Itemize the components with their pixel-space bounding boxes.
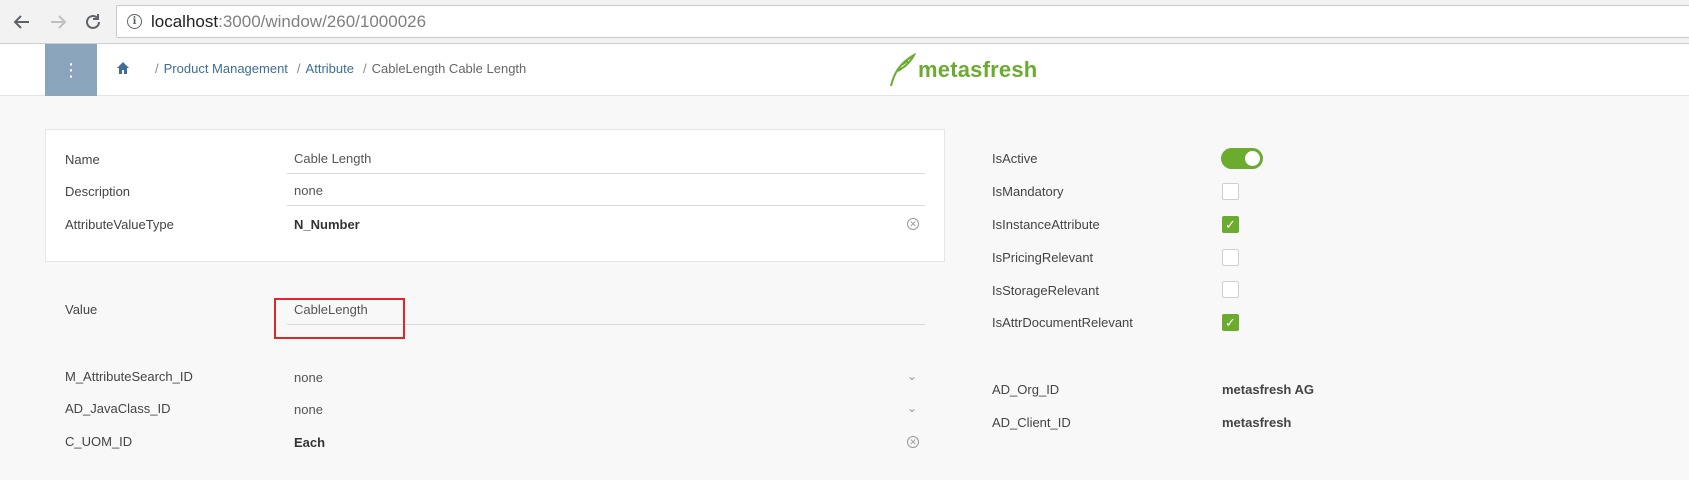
isattrdocumentrelevant-label: IsAttrDocumentRelevant [992,315,1133,330]
breadcrumb-current[interactable]: CableLength Cable Length [372,61,527,76]
chevron-down-icon[interactable]: ⌄ [907,369,917,383]
ispricingrelevant-checkbox[interactable] [1222,249,1239,266]
back-arrow-icon[interactable] [9,9,35,35]
menu-button[interactable]: ⋮ [45,44,97,96]
url-host: localhost [151,11,219,31]
attribute-value-type-value: N_Number [294,216,360,232]
highlight-box [274,298,405,339]
isactive-label: IsActive [992,151,1038,166]
java-class-label: AD_JavaClass_ID [65,401,171,416]
attribute-search-label: M_AttributeSearch_ID [65,369,193,384]
address-bar[interactable]: i localhost:3000/window/260/1000026 [116,5,1689,38]
ismandatory-checkbox[interactable] [1222,183,1239,200]
logo-text: metasfresh [918,57,1038,82]
attribute-value-type-field[interactable]: N_Number ✕ [287,209,925,239]
name-field[interactable]: Cable Length [287,144,925,174]
toggle-knob [1245,151,1260,166]
url-path: :3000/window/260/1000026 [218,11,427,31]
checkmark-icon: ✓ [1225,216,1236,232]
client-value: metasfresh [1222,415,1292,430]
isinstanceattribute-checkbox[interactable]: ✓ [1222,216,1239,233]
attribute-search-value: none [294,369,323,385]
app-header: ⋮ / Product Management / Attribute / CableLen… [0,44,1689,96]
forward-arrow-icon[interactable] [45,9,71,35]
info-icon[interactable]: i [127,14,142,29]
client-label: AD_Client_ID [992,415,1071,430]
home-icon[interactable] [116,61,130,75]
breadcrumb-attribute[interactable]: Attribute [306,61,354,76]
isactive-toggle[interactable] [1221,148,1263,169]
checkmark-icon: ✓ [1225,314,1236,330]
isattrdocumentrelevant-checkbox[interactable]: ✓ [1222,314,1239,331]
logo: metasfresh [888,53,1037,87]
isinstanceattribute-label: IsInstanceAttribute [992,217,1100,232]
java-class-dropdown[interactable]: none ⌄ [287,394,925,424]
breadcrumb: / Product Management / Attribute / CableLengt… [155,61,527,76]
clear-icon[interactable]: ✕ [907,436,919,448]
org-value: metasfresh AG [1222,382,1314,397]
clear-icon[interactable]: ✕ [907,218,919,230]
value-label: Value [65,302,98,317]
chevron-down-icon[interactable]: ⌄ [907,401,917,415]
isstoragerelevant-checkbox[interactable] [1222,281,1239,298]
ispricingrelevant-label: IsPricingRelevant [992,250,1094,265]
breadcrumb-product-management[interactable]: Product Management [164,61,288,76]
description-field[interactable]: none [287,176,925,206]
uom-field[interactable]: Each ✕ [287,427,925,457]
name-label: Name [65,152,100,167]
attribute-value-type-label: AttributeValueType [65,217,174,232]
ismandatory-label: IsMandatory [992,184,1064,199]
description-label: Description [65,184,131,199]
uom-label: C_UOM_ID [65,434,133,449]
kebab-menu-icon: ⋮ [62,59,80,80]
leaf-logo-icon [890,53,917,87]
isstoragerelevant-label: IsStorageRelevant [992,283,1099,298]
reload-icon[interactable] [80,9,106,35]
java-class-value: none [294,401,323,417]
uom-value: Each [294,434,326,450]
browser-toolbar: i localhost:3000/window/260/1000026 [0,0,1689,44]
org-label: AD_Org_ID [992,382,1060,397]
attribute-search-dropdown[interactable]: none ⌄ [287,362,925,392]
